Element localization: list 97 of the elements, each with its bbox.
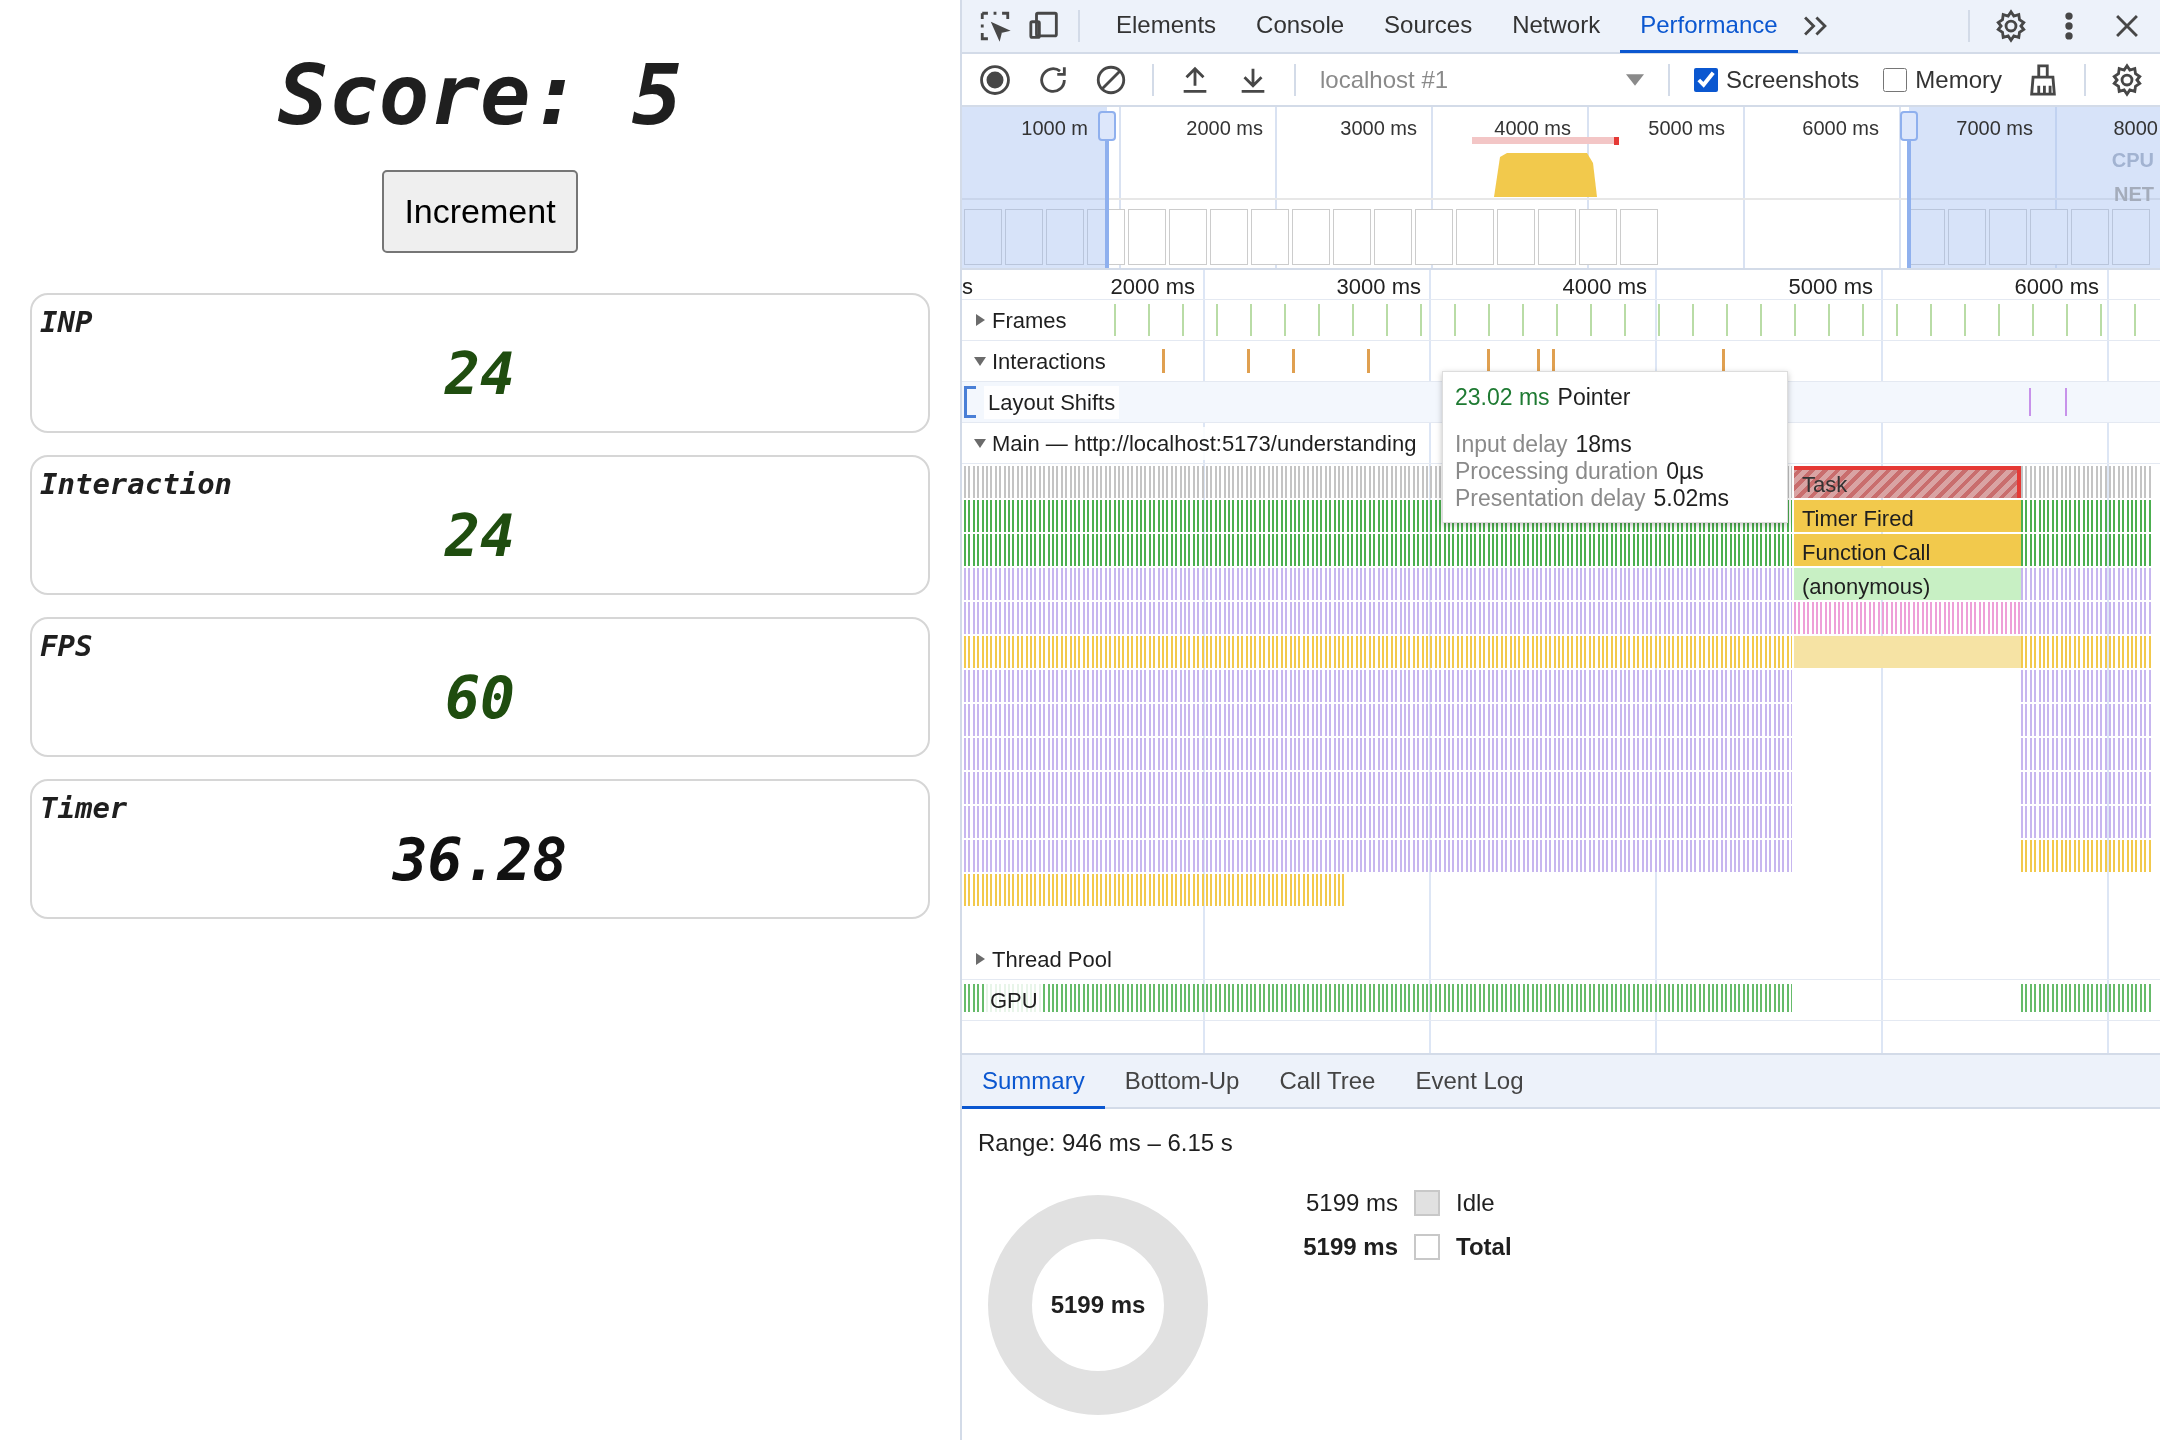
score-heading: Score: 5 bbox=[277, 45, 683, 146]
long-task-marker bbox=[1614, 137, 1619, 145]
screenshot-thumbnail bbox=[2071, 209, 2109, 265]
details-tab[interactable]: Summary bbox=[962, 1055, 1105, 1109]
time-tick: 2000 ms bbox=[1186, 116, 1263, 141]
option-label: Screenshots bbox=[1725, 64, 1860, 95]
flame-block[interactable]: Timer Fired bbox=[1794, 500, 2021, 532]
screenshot-thumbnail bbox=[1538, 209, 1576, 265]
option-label: Memory bbox=[1915, 64, 2002, 95]
screenshot-thumbnail bbox=[1210, 209, 1248, 265]
screenshot-thumbnail bbox=[1251, 209, 1289, 265]
metric-label: Interaction bbox=[40, 467, 234, 501]
tooltip-label: Processing duration bbox=[1455, 457, 1659, 485]
screenshot-thumbnail bbox=[1333, 209, 1371, 265]
screenshot-thumbnail bbox=[1456, 209, 1494, 265]
screenshot-thumbnail bbox=[2112, 209, 2150, 265]
interaction-mark bbox=[1247, 349, 1250, 373]
interaction-mark bbox=[1162, 349, 1165, 373]
panel-tab[interactable]: Sources bbox=[1364, 0, 1493, 53]
metric-label: Timer bbox=[40, 791, 129, 825]
metric-value: 24 bbox=[443, 501, 516, 571]
screenshot-thumbnail bbox=[1579, 209, 1617, 265]
screenshot-thumbnail bbox=[1292, 209, 1330, 265]
time-tick: s bbox=[962, 273, 973, 301]
screenshot-thumbnail bbox=[1046, 209, 1084, 265]
time-tick: 7000 ms bbox=[1956, 116, 2033, 141]
time-tick: 4000 ms bbox=[1494, 116, 1571, 141]
tooltip-duration: 23.02 ms bbox=[1455, 384, 1550, 410]
interaction-mark bbox=[1367, 349, 1370, 373]
time-tick: 4000 ms bbox=[1561, 273, 1647, 301]
time-tick: 3000 ms bbox=[1340, 116, 1417, 141]
metric-label: INP bbox=[40, 305, 94, 339]
interaction-mark bbox=[1537, 349, 1540, 373]
legend-label: Total bbox=[1456, 1232, 1512, 1262]
panel-tab[interactable]: Network bbox=[1492, 0, 1621, 53]
layout-shift-mark bbox=[2065, 388, 2067, 416]
time-tick: 2000 ms bbox=[1109, 273, 1195, 301]
screenshot-thumbnail bbox=[1620, 209, 1658, 265]
legend-label: Idle bbox=[1456, 1188, 1495, 1218]
tooltip-title: Pointer bbox=[1557, 384, 1631, 410]
time-tick: 1000 m bbox=[1021, 116, 1088, 141]
track-label[interactable]: Layout Shifts bbox=[984, 385, 1120, 419]
inspect-icon[interactable] bbox=[978, 9, 1012, 43]
metric-value: 36.28 bbox=[391, 825, 569, 895]
metric-value: 24 bbox=[443, 339, 516, 409]
screenshot-thumbnail bbox=[1374, 209, 1412, 265]
details-tab[interactable]: Bottom-Up bbox=[1104, 1055, 1260, 1109]
panel-tab[interactable]: Performance bbox=[1620, 0, 1798, 53]
screenshot-thumbnail bbox=[2030, 209, 2068, 265]
panel-tab[interactable]: Elements bbox=[1096, 0, 1237, 53]
details-tab[interactable]: Call Tree bbox=[1259, 1055, 1396, 1109]
capture-settings-icon[interactable] bbox=[2110, 62, 2144, 97]
tooltip-label: Presentation delay bbox=[1455, 484, 1646, 512]
flame-block[interactable]: Function Call bbox=[1794, 534, 2021, 566]
legend-value: 5199 ms bbox=[1302, 1232, 1398, 1262]
net-label: NET bbox=[2114, 182, 2154, 207]
interaction-mark bbox=[1552, 349, 1555, 373]
metric-label: FPS bbox=[40, 629, 94, 663]
screenshot-thumbnail bbox=[1128, 209, 1166, 265]
details-tab[interactable]: Event Log bbox=[1395, 1055, 1544, 1109]
screenshot-thumbnail bbox=[1415, 209, 1453, 265]
interaction-mark bbox=[1722, 349, 1725, 373]
settings-icon[interactable] bbox=[1994, 9, 2028, 43]
tooltip-label: Input delay bbox=[1455, 430, 1568, 458]
range-handle[interactable] bbox=[1098, 111, 1116, 141]
screenshot-thumbnail bbox=[1497, 209, 1535, 265]
range-handle[interactable] bbox=[1900, 111, 1918, 141]
panel-tab[interactable]: Console bbox=[1236, 0, 1365, 53]
tooltip-value: 5.02ms bbox=[1653, 484, 1729, 512]
time-tick: 3000 ms bbox=[1335, 273, 1421, 301]
interaction-mark bbox=[1292, 349, 1295, 373]
record-icon[interactable] bbox=[978, 62, 1012, 97]
flame-block[interactable]: Task bbox=[1794, 466, 2021, 498]
tooltip-value: 0µs bbox=[1666, 457, 1704, 485]
interaction-mark bbox=[1487, 349, 1490, 373]
dropdown-caret-icon bbox=[1625, 73, 1644, 86]
range-text: Range: 946 ms – 6.15 s bbox=[978, 1128, 1234, 1158]
track-bracket-icon bbox=[964, 386, 976, 418]
increment-button[interactable]: Increment bbox=[382, 170, 578, 253]
screenshot-thumbnail bbox=[1169, 209, 1207, 265]
tooltip-value: 18ms bbox=[1575, 430, 1632, 458]
screenshot-thumbnail bbox=[1948, 209, 1986, 265]
time-tick: 8000 bbox=[2113, 116, 2158, 141]
screenshot-thumbnail bbox=[1005, 209, 1043, 265]
screenshot-thumbnail bbox=[1989, 209, 2027, 265]
time-tick: 5000 ms bbox=[1787, 273, 1873, 301]
layout-shift-mark bbox=[2029, 388, 2031, 416]
time-tick: 6000 ms bbox=[1802, 116, 1879, 141]
donut-center-value: 5199 ms bbox=[1050, 1290, 1146, 1320]
time-tick: 6000 ms bbox=[2013, 273, 2099, 301]
screenshot-thumbnail bbox=[964, 209, 1002, 265]
legend-value: 5199 ms bbox=[1304, 1188, 1398, 1218]
time-tick: 5000 ms bbox=[1648, 116, 1725, 141]
flame-block[interactable]: (anonymous) bbox=[1794, 568, 2021, 600]
metric-value: 60 bbox=[444, 663, 516, 733]
option-checkbox[interactable] bbox=[1883, 67, 1908, 92]
option-checkbox[interactable] bbox=[1693, 67, 1718, 92]
